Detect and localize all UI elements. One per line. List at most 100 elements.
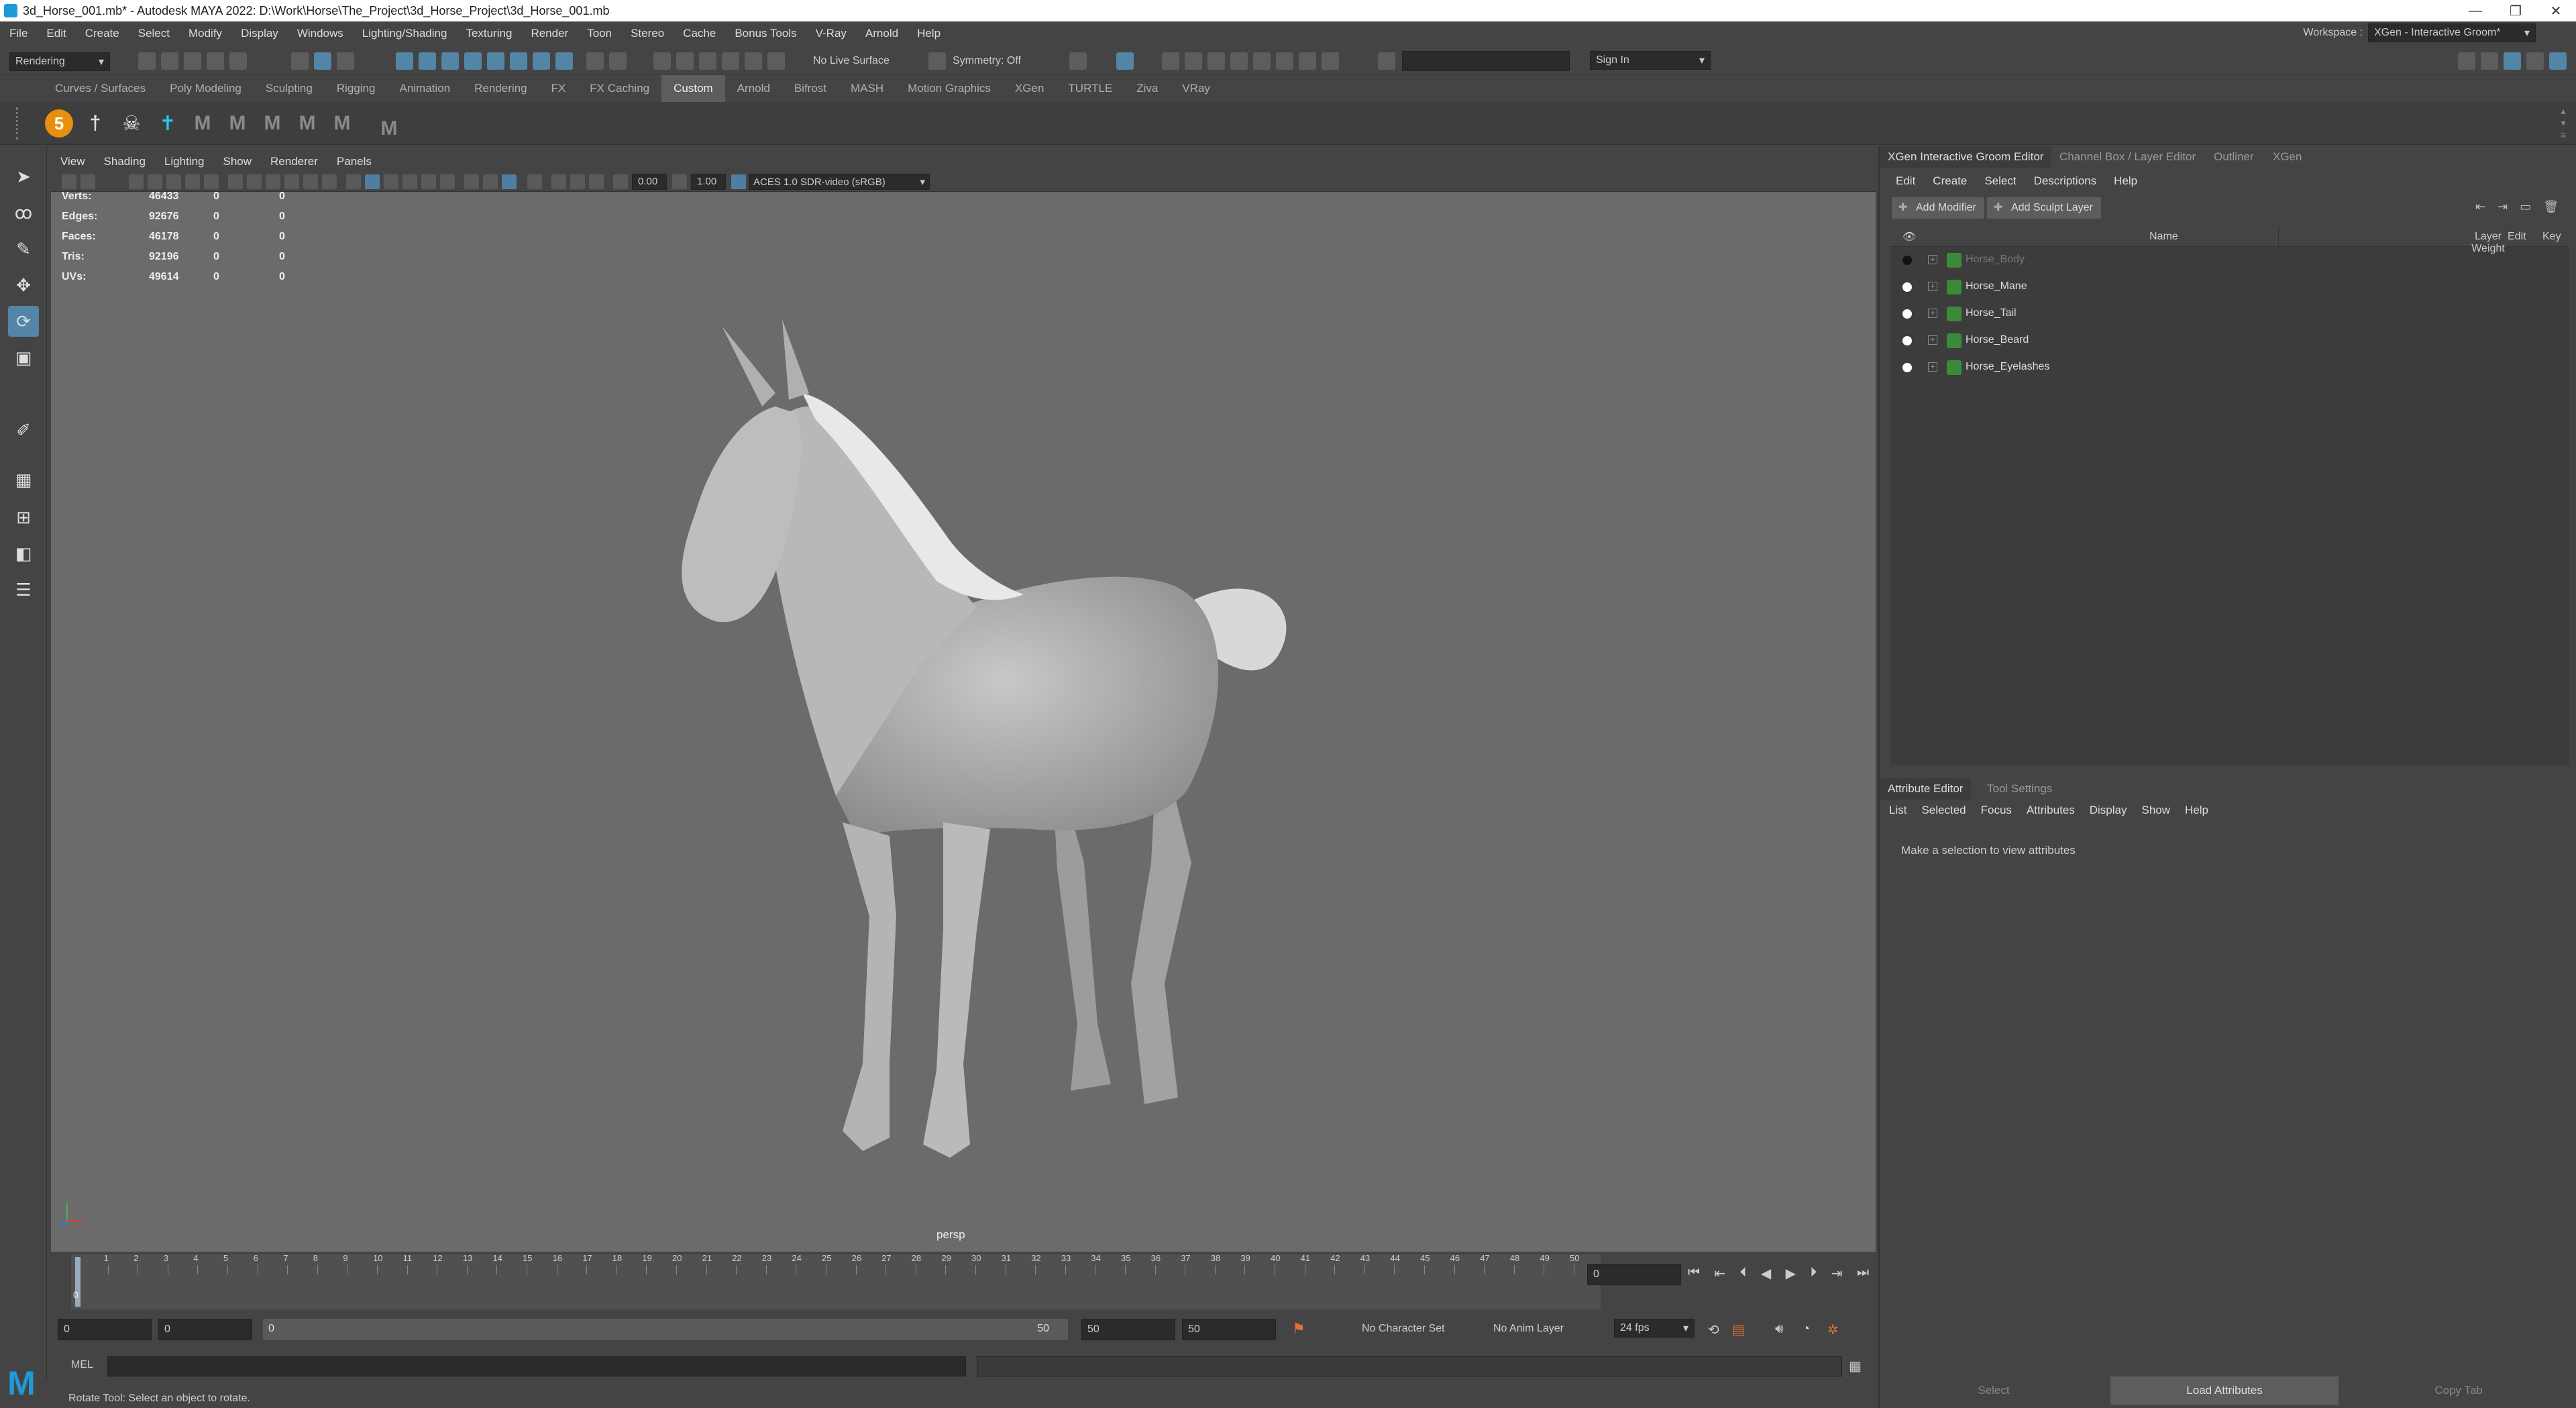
shadows-icon[interactable] (440, 174, 455, 189)
menu-render[interactable]: Render (521, 27, 578, 40)
xgen-groom-tool-icon[interactable]: ✐ (8, 415, 39, 445)
vray-ipr-icon[interactable] (1299, 52, 1316, 70)
layer-row[interactable]: + Horse_Tail (1890, 301, 2569, 327)
tab-xgen[interactable]: XGen (2265, 146, 2310, 168)
mel-script-icon[interactable]: M (221, 107, 254, 140)
play-backward-icon[interactable]: ◀ (1761, 1265, 1771, 1285)
menu-display[interactable]: Display (231, 27, 288, 40)
animation-end-field[interactable]: 50 (1182, 1319, 1276, 1340)
shelf-tab-fx-caching[interactable]: FX Caching (578, 75, 661, 102)
shelf-tab-xgen[interactable]: XGen (1003, 75, 1056, 102)
mel-script-icon[interactable]: M (326, 107, 358, 140)
isolate-select-icon[interactable] (527, 174, 542, 189)
anti-aliasing-icon[interactable] (589, 174, 604, 189)
tab-outliner[interactable]: Outliner (2206, 146, 2262, 168)
go-to-start-icon[interactable]: ⏮ (1688, 1265, 1700, 1285)
menu-stereo[interactable]: Stereo (621, 27, 674, 40)
lasso-tool-icon[interactable]: ꝏ (8, 197, 39, 228)
shelf-tab-animation[interactable]: Animation (387, 75, 462, 102)
script-editor-icon[interactable]: ▦ (1849, 1358, 1866, 1375)
step-back-frame-icon[interactable]: ⏴ (1740, 1265, 1747, 1285)
perspective-viewport[interactable]: persp (51, 192, 1876, 1252)
live-surface-label[interactable]: No Live Surface (813, 55, 890, 67)
attr-menu-selected[interactable]: Selected (1921, 804, 1966, 817)
expand-icon[interactable]: + (1928, 282, 1937, 291)
select-component-icon[interactable] (337, 52, 354, 70)
timeline-ruler[interactable]: 1 2 3 4 5 6 7 8 9 10 11 12 13 14 15 16 17 18 19 20 21 22 23 24 2… (71, 1253, 1601, 1309)
sidebar-toggle-icon[interactable] (1378, 52, 1395, 70)
layer-visibility-toggle[interactable] (1902, 282, 1912, 292)
snap-grid-icon[interactable] (396, 52, 413, 70)
history-icon[interactable] (609, 52, 627, 70)
symmetry-icon[interactable] (928, 52, 946, 70)
minimize-button[interactable]: — (2455, 0, 2496, 21)
delete-icon[interactable]: 🗑︎ (2543, 200, 2559, 214)
smooth-shade-icon[interactable] (365, 174, 380, 189)
groom-menu-edit[interactable]: Edit (1896, 174, 1915, 188)
sign-in-button[interactable]: Sign In ▾ (1590, 51, 1711, 70)
new-scene-icon[interactable] (138, 52, 156, 70)
menu-toon[interactable]: Toon (578, 27, 621, 40)
shelf-number-icon[interactable]: 5 (45, 109, 73, 138)
shelf-tab-ziva[interactable]: Ziva (1124, 75, 1170, 102)
layer-row[interactable]: + Horse_Beard (1890, 327, 2569, 354)
xray-icon[interactable] (464, 174, 479, 189)
exposure-field[interactable]: 0.00 (632, 174, 667, 190)
attr-menu-help[interactable]: Help (2185, 804, 2208, 817)
tab-tool-settings[interactable]: Tool Settings (1979, 778, 2060, 800)
step-forward-key-icon[interactable]: ⇥ (1831, 1265, 1843, 1285)
input-ops-icon[interactable] (653, 52, 671, 70)
playback-start-field[interactable]: 0 (158, 1319, 252, 1340)
figure-tpose-icon[interactable]: ✝ (152, 107, 184, 140)
lights-icon[interactable] (421, 174, 436, 189)
move-layer-up-icon[interactable]: ⇤ (2475, 200, 2485, 214)
menu-cache[interactable]: Cache (674, 27, 725, 40)
expand-icon[interactable]: + (1928, 362, 1937, 372)
menu-lighting-shading[interactable]: Lighting/Shading (353, 27, 457, 40)
render-setup-icon[interactable] (1230, 52, 1248, 70)
gamma-icon[interactable] (672, 174, 687, 189)
ipr-render-icon[interactable] (1116, 52, 1134, 70)
groom-menu-help[interactable]: Help (2114, 174, 2137, 188)
color-management-icon[interactable] (731, 174, 746, 189)
lock-icon[interactable] (586, 52, 604, 70)
menu-windows[interactable]: Windows (288, 27, 353, 40)
select-hierarchy-icon[interactable] (291, 52, 309, 70)
xray-joints-icon[interactable] (483, 174, 498, 189)
shelf-tab-rendering[interactable]: Rendering (462, 75, 539, 102)
snap-mode-icon[interactable] (555, 52, 573, 70)
layer-row[interactable]: + Horse_Mane (1890, 274, 2569, 301)
two-view-layout-icon[interactable]: ◧ (8, 538, 39, 569)
layer-visibility-toggle[interactable] (1902, 336, 1912, 345)
select-object-icon[interactable] (314, 52, 331, 70)
add-sculpt-layer-button[interactable]: ✚ Add Sculpt Layer (1987, 197, 2101, 219)
menu-file[interactable]: File (0, 27, 37, 40)
expand-icon[interactable]: + (1928, 335, 1937, 345)
exposure-icon[interactable] (613, 174, 628, 189)
modeling-toolkit-icon[interactable] (2481, 52, 2498, 70)
four-view-layout-icon[interactable]: ⊞ (8, 502, 39, 533)
single-perspective-layout-icon[interactable]: ▦ (8, 464, 39, 495)
menu-arnold[interactable]: Arnold (856, 27, 908, 40)
menu-select[interactable]: Select (129, 27, 179, 40)
copy-tab-button[interactable]: Copy Tab (2341, 1376, 2576, 1405)
snap-pivot-icon[interactable] (533, 52, 550, 70)
menuset-dropdown[interactable]: Rendering ▾ (9, 52, 110, 71)
scale-tool-icon[interactable]: ▣ (8, 342, 39, 373)
shelf-tab-bifrost[interactable]: Bifrost (782, 75, 839, 102)
rotate-dropdown-icon[interactable] (767, 52, 785, 70)
groom-menu-select[interactable]: Select (1984, 174, 2016, 188)
render-view-icon[interactable] (1162, 52, 1179, 70)
attribute-editor-toggle-icon[interactable] (2504, 52, 2521, 70)
gate-mask-icon[interactable] (284, 174, 299, 189)
shelf-tab-rigging[interactable]: Rigging (325, 75, 388, 102)
viewport-menu-view[interactable]: View (51, 155, 95, 168)
save-scene-icon[interactable] (184, 52, 201, 70)
undo-icon[interactable] (207, 52, 224, 70)
render-settings-icon[interactable] (1185, 52, 1202, 70)
select-tool-icon[interactable]: ➤ (8, 161, 39, 192)
shelf-tab-mash[interactable]: MASH (839, 75, 896, 102)
textured-icon[interactable] (402, 174, 417, 189)
quick-search-field[interactable] (1402, 51, 1570, 71)
make-live-icon[interactable] (745, 52, 762, 70)
